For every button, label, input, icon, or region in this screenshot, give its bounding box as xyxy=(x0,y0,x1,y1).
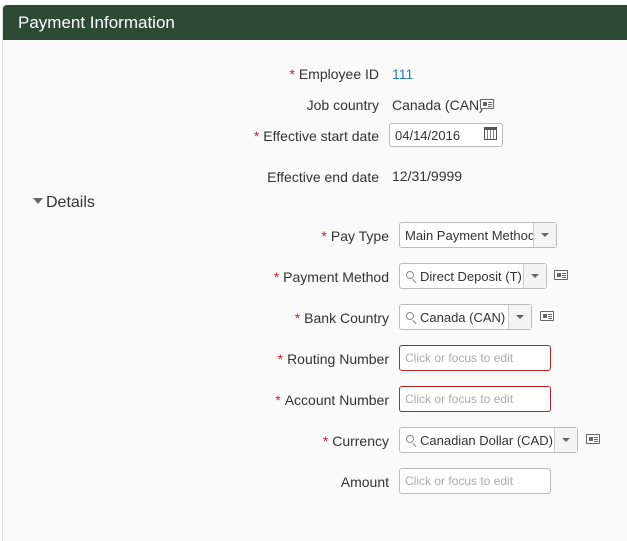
currency-label: * Currency xyxy=(322,433,389,449)
calendar-icon[interactable] xyxy=(484,127,497,140)
id-card-icon[interactable] xyxy=(586,434,600,444)
chevron-down-icon[interactable] xyxy=(554,428,577,452)
chevron-down-icon[interactable] xyxy=(523,264,546,288)
required-marker: * xyxy=(294,310,301,326)
bank-country-select[interactable]: Canada (CAN) xyxy=(399,304,532,330)
pay-type-select[interactable]: Main Payment Method xyxy=(399,222,557,248)
effective-start-date-label: * Effective start date xyxy=(253,128,379,144)
required-marker: * xyxy=(253,128,260,144)
payment-information-panel: Payment Information * Employee ID 111 Job… xyxy=(2,5,627,541)
required-marker: * xyxy=(275,392,281,408)
required-marker: * xyxy=(289,66,295,82)
account-number-label: * Account Number xyxy=(275,392,389,408)
currency-select[interactable]: Canadian Dollar (CAD) xyxy=(399,427,578,453)
required-marker: * xyxy=(273,269,280,285)
payment-method-label: * Payment Method xyxy=(273,269,389,285)
id-card-icon[interactable] xyxy=(554,270,568,280)
id-card-icon[interactable] xyxy=(540,311,554,321)
chevron-down-icon[interactable] xyxy=(508,305,531,329)
triangle-down-icon xyxy=(33,198,43,204)
job-country-value: Canada (CAN) xyxy=(392,97,484,113)
effective-end-date-label: Effective end date xyxy=(267,169,379,185)
search-icon xyxy=(406,312,414,320)
chevron-down-icon[interactable] xyxy=(533,223,556,247)
account-number-input[interactable]: Click or focus to edit xyxy=(399,386,551,412)
panel-title: Payment Information xyxy=(18,13,175,32)
routing-number-label: * Routing Number xyxy=(277,351,389,367)
payment-method-select[interactable]: Direct Deposit (T) xyxy=(399,263,547,289)
bank-country-label: * Bank Country xyxy=(294,310,389,326)
routing-number-input[interactable]: Click or focus to edit xyxy=(399,345,551,371)
required-marker: * xyxy=(321,228,327,244)
search-icon xyxy=(406,435,414,443)
panel-header: Payment Information xyxy=(3,5,627,40)
effective-end-date-value: 12/31/9999 xyxy=(392,168,463,184)
pay-type-label: * Pay Type xyxy=(321,228,389,244)
details-section-toggle[interactable]: Details xyxy=(33,194,95,212)
employee-id-link[interactable]: 111 xyxy=(392,66,413,82)
amount-label: Amount xyxy=(340,474,389,490)
employee-id-label: * Employee ID xyxy=(289,66,379,82)
search-icon xyxy=(406,271,414,279)
job-country-label: Job country xyxy=(306,97,379,113)
amount-input[interactable]: Click or focus to edit xyxy=(399,468,551,494)
id-card-icon[interactable] xyxy=(480,99,494,109)
required-marker: * xyxy=(277,351,284,367)
required-marker: * xyxy=(322,433,329,449)
